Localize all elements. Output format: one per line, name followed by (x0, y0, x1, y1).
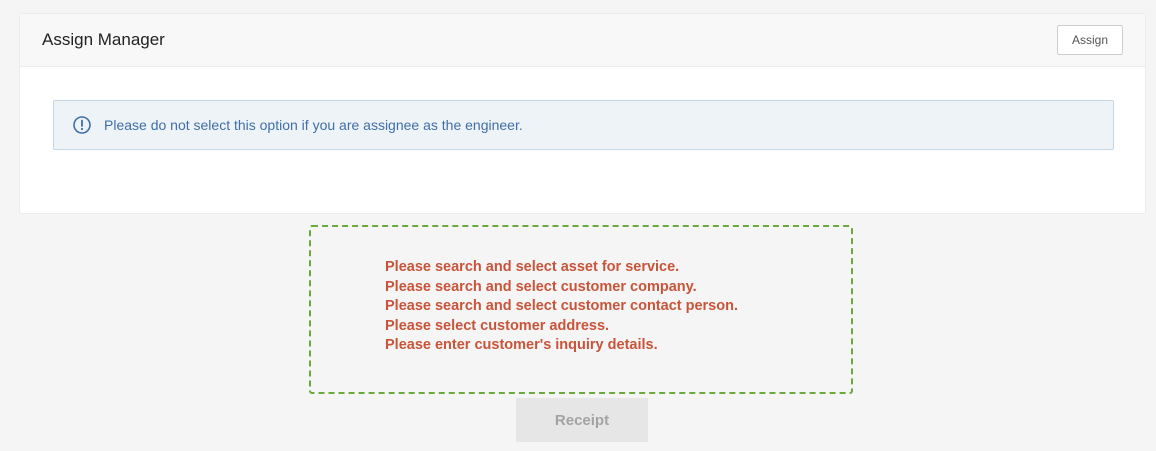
info-circle-icon (72, 115, 92, 135)
card-title: Assign Manager (42, 30, 165, 49)
info-message: Please do not select this option if you … (104, 117, 523, 133)
error-message: Please search and select customer contac… (385, 298, 738, 315)
card-header: Assign Manager Assign (20, 14, 1145, 67)
error-message: Please search and select asset for servi… (385, 259, 680, 275)
assign-button[interactable]: Assign (1057, 25, 1123, 55)
receipt-button[interactable]: Receipt (516, 398, 648, 442)
info-alert: Please do not select this option if you … (53, 100, 1114, 150)
assign-manager-card: Assign Manager Assign Please do not sele… (19, 13, 1146, 214)
error-message: Please search and select customer compan… (385, 278, 697, 295)
validation-errors: Please search and select asset for servi… (309, 225, 853, 394)
error-message: Please enter customer's inquiry details. (385, 337, 658, 354)
error-message: Please select customer address. (385, 317, 610, 334)
